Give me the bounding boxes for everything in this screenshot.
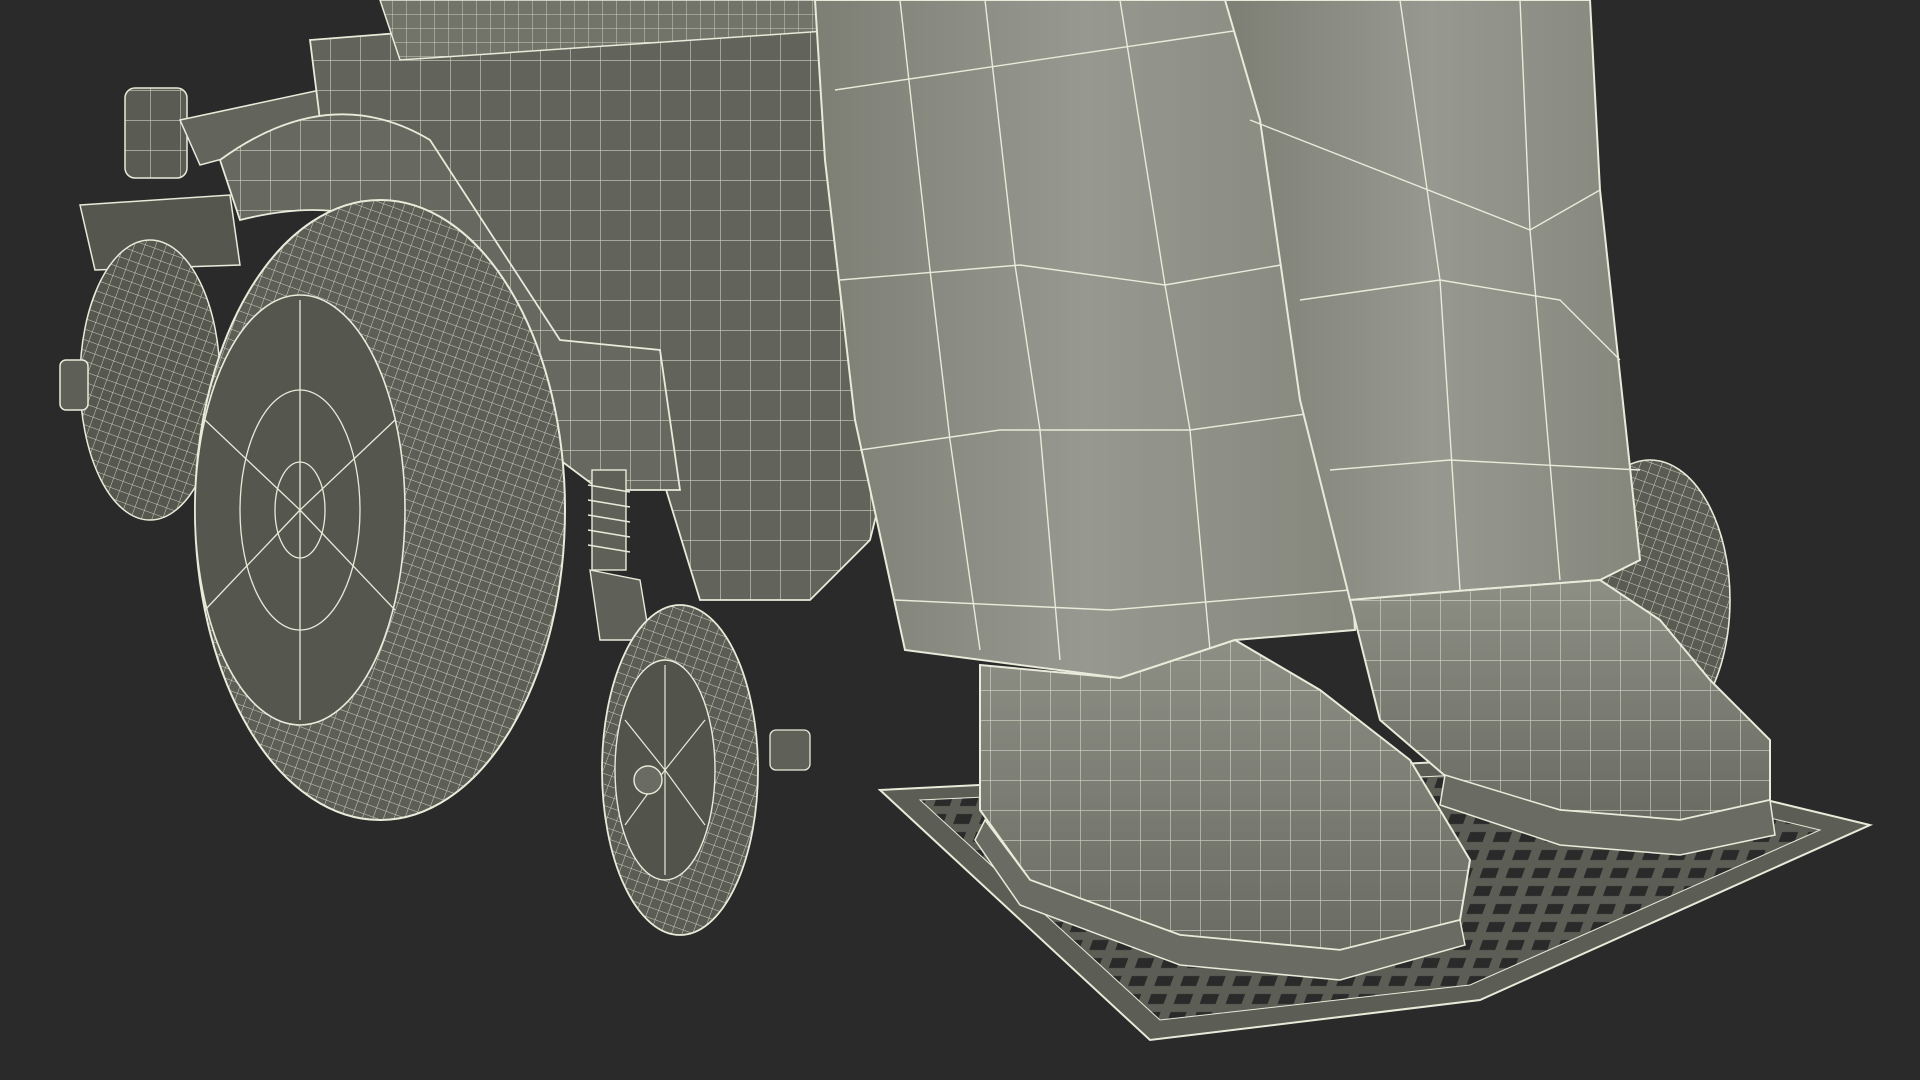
drive-wheel [194,199,566,821]
front-caster-wheel [589,569,811,936]
wireframe-render [59,0,1874,1042]
suspension-spring [587,469,631,571]
render-viewport [0,0,1920,1080]
